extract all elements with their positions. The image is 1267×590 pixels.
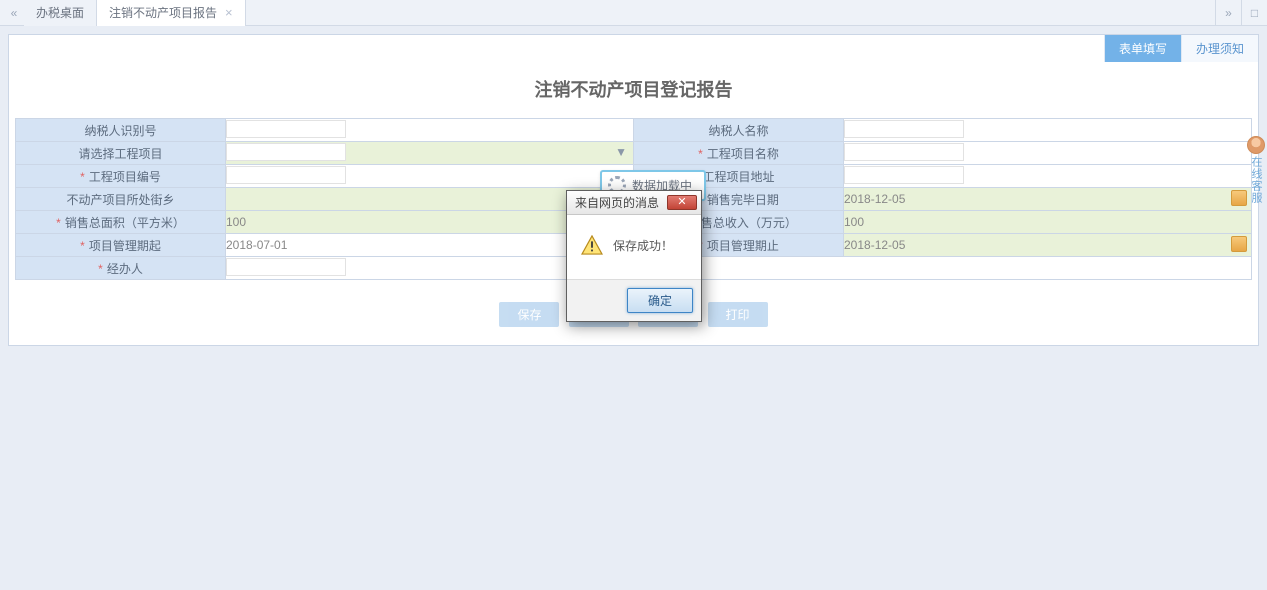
value-sale-end-date: 2018-12-05 <box>844 192 905 206</box>
field-sale-end-date[interactable]: 2018-12-05 <box>844 188 1252 211</box>
dialog-titlebar[interactable]: 来自网页的消息 ✕ <box>567 191 701 215</box>
label-street-town: 不动产项目所处街乡 <box>16 188 226 211</box>
tab-cancel-project[interactable]: 注销不动产项目报告 × <box>97 0 246 26</box>
tab-cancel-project-label: 注销不动产项目报告 <box>109 0 217 26</box>
chevron-down-icon[interactable]: ▼ <box>615 145 627 159</box>
field-select-project[interactable]: ▼ <box>226 142 634 165</box>
field-total-revenue[interactable]: 100 <box>844 211 1252 234</box>
alert-dialog: 来自网页的消息 ✕ 保存成功！ 确定 <box>566 190 702 322</box>
avatar-icon <box>1247 136 1265 154</box>
field-project-addr[interactable] <box>844 165 1252 188</box>
tab-desktop[interactable]: 办税桌面 <box>24 0 97 26</box>
close-icon[interactable]: × <box>225 0 233 26</box>
warning-icon <box>581 235 603 255</box>
tab-maximize[interactable]: □ <box>1241 0 1267 26</box>
ok-button[interactable]: 确定 <box>627 288 693 313</box>
label-taxpayer-name: 纳税人名称 <box>634 119 844 142</box>
tab-form-fill[interactable]: 表单填写 <box>1104 35 1181 62</box>
label-handler: 经办人 <box>16 257 226 280</box>
calendar-icon[interactable] <box>1231 236 1247 252</box>
tab-scroll-left[interactable]: « <box>4 3 24 23</box>
page-title: 注销不动产项目登记报告 <box>9 62 1258 118</box>
label-total-area: 销售总面积（平方米） <box>16 211 226 234</box>
dialog-close-button[interactable]: ✕ <box>667 195 697 210</box>
online-help-label: 在线客服 <box>1248 156 1264 204</box>
label-project-code: 工程项目编号 <box>16 165 226 188</box>
inner-tabs: 表单填写 办理须知 <box>9 35 1258 62</box>
label-select-project: 请选择工程项目 <box>16 142 226 165</box>
value-manage-end: 2018-12-05 <box>844 238 905 252</box>
dialog-message: 保存成功！ <box>613 237 673 254</box>
print-button[interactable]: 打印 <box>708 302 768 327</box>
label-taxpayer-id: 纳税人识别号 <box>16 119 226 142</box>
field-project-code[interactable] <box>226 165 634 188</box>
online-help[interactable]: 在线客服 <box>1245 136 1267 204</box>
field-manage-end[interactable]: 2018-12-05 <box>844 234 1252 257</box>
save-button[interactable]: 保存 <box>499 302 559 327</box>
label-manage-start: 项目管理期起 <box>16 234 226 257</box>
field-handler[interactable] <box>226 257 1252 280</box>
tab-scroll-right[interactable]: » <box>1215 0 1241 26</box>
label-project-name: 工程项目名称 <box>634 142 844 165</box>
field-taxpayer-name[interactable] <box>844 119 1252 142</box>
tab-process-notice[interactable]: 办理须知 <box>1181 35 1258 62</box>
field-project-name[interactable] <box>844 142 1252 165</box>
tab-desktop-label: 办税桌面 <box>36 0 84 26</box>
dialog-title: 来自网页的消息 <box>575 194 659 211</box>
field-taxpayer-id[interactable] <box>226 119 634 142</box>
tab-bar: « 办税桌面 注销不动产项目报告 × » □ <box>0 0 1267 26</box>
